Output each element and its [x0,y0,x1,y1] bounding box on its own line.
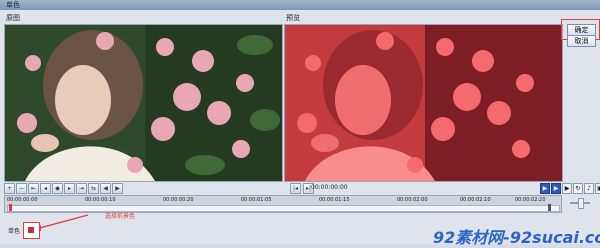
ruler-label: 00:00:00:00 [7,197,38,203]
result-panel-label: 预览 [286,14,300,22]
play-icon[interactable]: ▶ [540,183,550,194]
watermark: 92素材网-92sucai.com [433,228,600,247]
reverse-keyframe-icon[interactable]: ⇆ [88,183,99,194]
zoom-slider[interactable] [566,196,594,210]
timecode: 00:00:00:00 [311,184,348,191]
window-title: 单色 [6,1,20,9]
prev-keyframe-icon[interactable]: ◂ [40,183,51,194]
original-panel-label: 原图 [6,14,20,22]
next-keyframe-icon[interactable]: ▸ [64,183,75,194]
playhead[interactable] [9,204,12,211]
timeline[interactable]: 00:00:00:00 00:00:00:10 00:00:00:20 00:0… [4,195,562,213]
sound-icon[interactable]: ♪ [584,183,594,194]
play-loop-icon[interactable]: ▶ [551,183,561,194]
annotation-label: 选择前景色 [105,213,136,220]
preview-controls: ▶ ↻ ♪ ▣ [562,183,600,194]
keyframe-icon[interactable]: ◆ [52,183,63,194]
add-keyframe-icon[interactable]: + [4,183,15,194]
timeline-track[interactable] [7,205,560,212]
color-picker[interactable] [23,222,40,239]
go-start-icon[interactable]: |◂ [290,183,301,194]
ruler-label: 00:00:00:20 [163,197,194,203]
loop-icon[interactable]: ↻ [573,183,583,194]
first-keyframe-icon[interactable]: ⇤ [28,183,39,194]
play-preview-icon[interactable]: ▶ [562,183,572,194]
original-preview [4,24,283,182]
fullscreen-icon[interactable]: ▣ [595,183,600,194]
result-preview [284,24,563,182]
color-label: 单色 [8,228,21,235]
zoom-slider-thumb[interactable] [578,198,584,209]
end-marker[interactable] [548,204,551,211]
ruler-label: 00:00:02:10 [460,197,491,203]
cancel-button[interactable]: 取消 [567,35,596,47]
color-swatch[interactable] [28,227,34,233]
ruler-label: 00:00:01:15 [319,197,350,203]
keyframe-toolbar: + − ⇤ ◂ ◆ ▸ ⇥ ⇆ ◀ ▶ [4,183,123,194]
ruler-label: 00:00:02:00 [397,197,428,203]
remove-keyframe-icon[interactable]: − [16,183,27,194]
move-left-icon[interactable]: ◀ [100,183,111,194]
ruler-label: 00:00:01:05 [241,197,272,203]
title-bar: 单色 [0,0,600,10]
move-right-icon[interactable]: ▶ [112,183,123,194]
ruler-label: 00:00:00:10 [85,197,116,203]
ruler-label: 00:00:02:20 [515,197,546,203]
last-keyframe-icon[interactable]: ⇥ [76,183,87,194]
